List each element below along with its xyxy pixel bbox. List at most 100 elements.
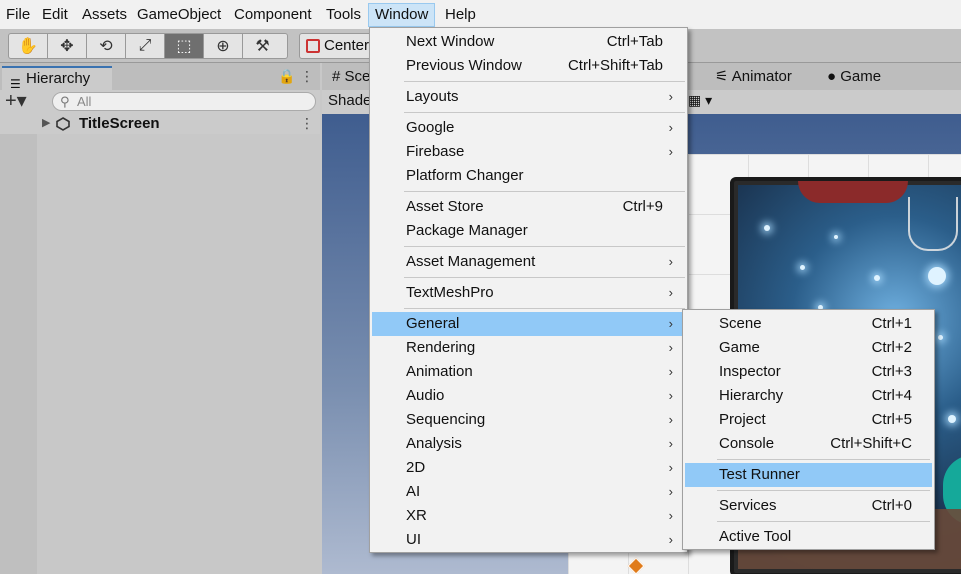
scene-options-icon[interactable]: ⋮: [300, 115, 314, 132]
hierarchy-search-input[interactable]: ⚲ All: [52, 92, 316, 111]
menu-item-label: Project: [719, 411, 766, 428]
menu-item-platform-changer[interactable]: Platform Changer: [372, 164, 685, 188]
grid-toggle-icon[interactable]: ▦ ▾: [688, 92, 712, 109]
menu-item-audio[interactable]: Audio ›: [372, 384, 685, 408]
menu-tools[interactable]: Tools: [320, 3, 367, 27]
menu-item-shortcut: Ctrl+5: [871, 411, 912, 428]
menu-file[interactable]: File: [0, 3, 36, 27]
move-tool-icon[interactable]: ✥: [48, 34, 87, 58]
rotate-tool-icon[interactable]: ⟲: [87, 34, 126, 58]
menu-item-hierarchy[interactable]: Hierarchy Ctrl+4: [685, 384, 932, 408]
menu-item-textmeshpro[interactable]: TextMeshPro ›: [372, 281, 685, 305]
menu-item-label: Sequencing: [406, 411, 486, 428]
menu-edit[interactable]: Edit: [36, 3, 74, 27]
menu-separator: [404, 308, 685, 309]
transform-tool-icon[interactable]: ⊕: [204, 34, 243, 58]
chevron-right-icon: ›: [668, 285, 673, 300]
add-icon[interactable]: +▾: [5, 90, 27, 112]
menu-item-label: Previous Window: [406, 57, 522, 74]
game-tab-label: Game: [840, 68, 882, 85]
menu-help[interactable]: Help: [439, 3, 482, 27]
chevron-right-icon: ›: [668, 316, 673, 331]
chevron-right-icon: ›: [668, 254, 673, 269]
chevron-right-icon: ›: [668, 532, 673, 547]
menu-item-google[interactable]: Google ›: [372, 116, 685, 140]
menu-separator: [717, 490, 930, 491]
menu-item-label: Layouts: [406, 88, 459, 105]
transform-tools: ✋ ✥ ⟲ ⤢ ⬚ ⊕ ⚒: [8, 33, 288, 59]
menu-item-shortcut: Ctrl+4: [871, 387, 912, 404]
lock-icon[interactable]: 🔒: [278, 68, 295, 85]
chevron-right-icon: ›: [668, 388, 673, 403]
menu-item-shortcut: Ctrl+Tab: [606, 33, 663, 50]
hierarchy-search-row: +▾ ⚲ All: [0, 90, 320, 114]
menu-component[interactable]: Component: [228, 3, 318, 27]
menu-gameobject[interactable]: GameObject: [131, 3, 227, 27]
menu-item-label: Analysis: [406, 435, 462, 452]
menu-assets[interactable]: Assets: [76, 3, 133, 27]
menu-item-label: Asset Store: [406, 198, 484, 215]
pivot-icon: [306, 39, 320, 53]
menu-item-test-runner[interactable]: Test Runner: [685, 463, 932, 487]
menu-item-label: Game: [719, 339, 760, 356]
hierarchy-scene-row[interactable]: ▶ TitleScreen ⋮: [0, 114, 320, 134]
menu-item-asset-management[interactable]: Asset Management ›: [372, 250, 685, 274]
menu-item-package-manager[interactable]: Package Manager: [372, 219, 685, 243]
menu-item-general[interactable]: General ›: [372, 312, 685, 336]
search-icon: ⚲: [60, 94, 70, 109]
menu-item-2d[interactable]: 2D ›: [372, 456, 685, 480]
custom-tool-icon[interactable]: ⚒: [243, 34, 282, 58]
basketball-net: [908, 197, 958, 251]
menu-item-xr[interactable]: XR ›: [372, 504, 685, 528]
menu-item-scene[interactable]: Scene Ctrl+1: [685, 312, 932, 336]
menu-item-label: Rendering: [406, 339, 476, 356]
menu-item-sequencing[interactable]: Sequencing ›: [372, 408, 685, 432]
menu-item-shortcut: Ctrl+3: [871, 363, 912, 380]
menu-item-shortcut: Ctrl+1: [871, 315, 912, 332]
menu-item-label: Services: [719, 497, 777, 514]
menu-item-console[interactable]: Console Ctrl+Shift+C: [685, 432, 932, 456]
menu-item-label: Console: [719, 435, 775, 452]
menu-window[interactable]: Window: [368, 3, 436, 27]
menu-item-animation[interactable]: Animation ›: [372, 360, 685, 384]
menu-item-active-tool[interactable]: Active Tool: [685, 525, 932, 549]
menu-item-shortcut: Ctrl+0: [871, 497, 912, 514]
menu-item-ai[interactable]: AI ›: [372, 480, 685, 504]
menu-item-label: 2D: [406, 459, 426, 476]
menu-item-inspector[interactable]: Inspector Ctrl+3: [685, 360, 932, 384]
expand-arrow-icon[interactable]: ▶: [42, 116, 50, 129]
tab-game[interactable]: ● Game: [827, 66, 881, 90]
search-placeholder: All: [77, 94, 92, 109]
menu-item-project[interactable]: Project Ctrl+5: [685, 408, 932, 432]
menu-item-game[interactable]: Game Ctrl+2: [685, 336, 932, 360]
hand-tool-icon[interactable]: ✋: [9, 34, 48, 58]
menu-item-label: UI: [406, 531, 421, 548]
menu-item-analysis[interactable]: Analysis ›: [372, 432, 685, 456]
hoop-backboard: [798, 181, 908, 203]
menu-item-rendering[interactable]: Rendering ›: [372, 336, 685, 360]
menu-separator: [404, 191, 685, 192]
more-options-icon[interactable]: ⋮: [300, 68, 314, 85]
menu-item-firebase[interactable]: Firebase ›: [372, 140, 685, 164]
scene-grid-icon: #: [332, 68, 341, 85]
scale-tool-icon[interactable]: ⤢: [126, 34, 165, 58]
menu-separator: [717, 459, 930, 460]
menu-item-label: Audio: [406, 387, 445, 404]
menu-item-services[interactable]: Services Ctrl+0: [685, 494, 932, 518]
tab-hierarchy[interactable]: ☰ Hierarchy: [2, 66, 112, 91]
rect-tool-icon[interactable]: ⬚: [165, 34, 204, 58]
menu-item-previous-window[interactable]: Previous Window Ctrl+Shift+Tab: [372, 54, 685, 78]
menu-item-shortcut: Ctrl+9: [622, 198, 663, 215]
chevron-right-icon: ›: [668, 436, 673, 451]
menu-item-label: Test Runner: [719, 466, 800, 483]
menu-item-label: Inspector: [719, 363, 781, 380]
menu-item-asset-store[interactable]: Asset Store Ctrl+9: [372, 195, 685, 219]
menu-item-shortcut: Ctrl+Shift+Tab: [567, 57, 663, 74]
tab-animator[interactable]: ⚟ Animator: [715, 66, 792, 90]
menu-separator: [404, 81, 685, 82]
menu-separator: [717, 521, 930, 522]
menu-item-shortcut: Ctrl+2: [871, 339, 912, 356]
menu-item-layouts[interactable]: Layouts ›: [372, 85, 685, 109]
menu-item-ui[interactable]: UI ›: [372, 528, 685, 552]
menu-item-next-window[interactable]: Next Window Ctrl+Tab: [372, 30, 685, 54]
